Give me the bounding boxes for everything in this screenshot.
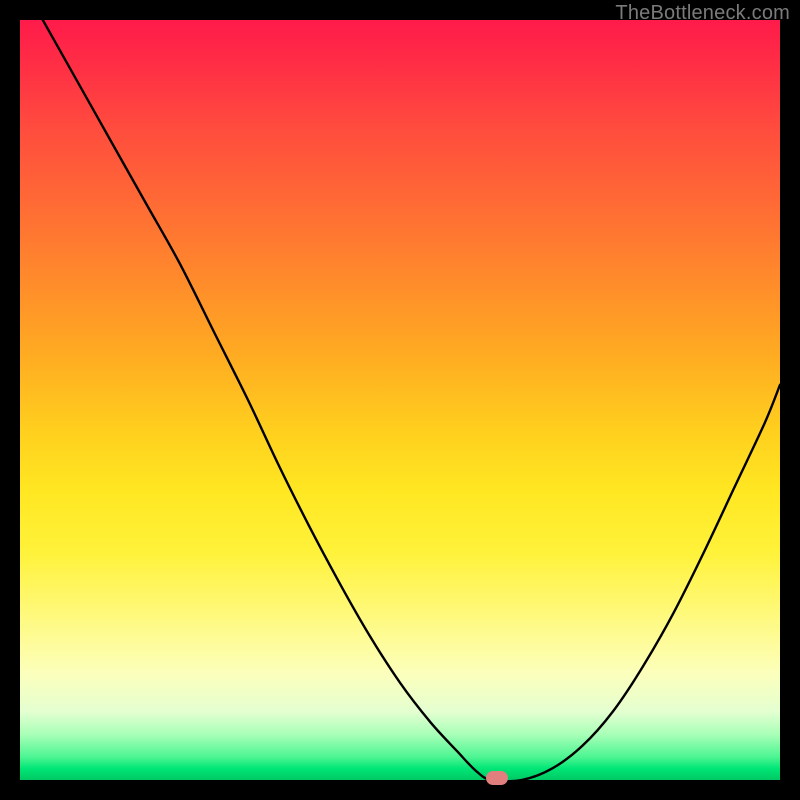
bottleneck-curve — [43, 20, 780, 780]
plot-area — [20, 20, 780, 780]
chart-frame: TheBottleneck.com — [0, 0, 800, 800]
optimum-marker — [486, 771, 508, 785]
curve-svg — [20, 20, 780, 780]
